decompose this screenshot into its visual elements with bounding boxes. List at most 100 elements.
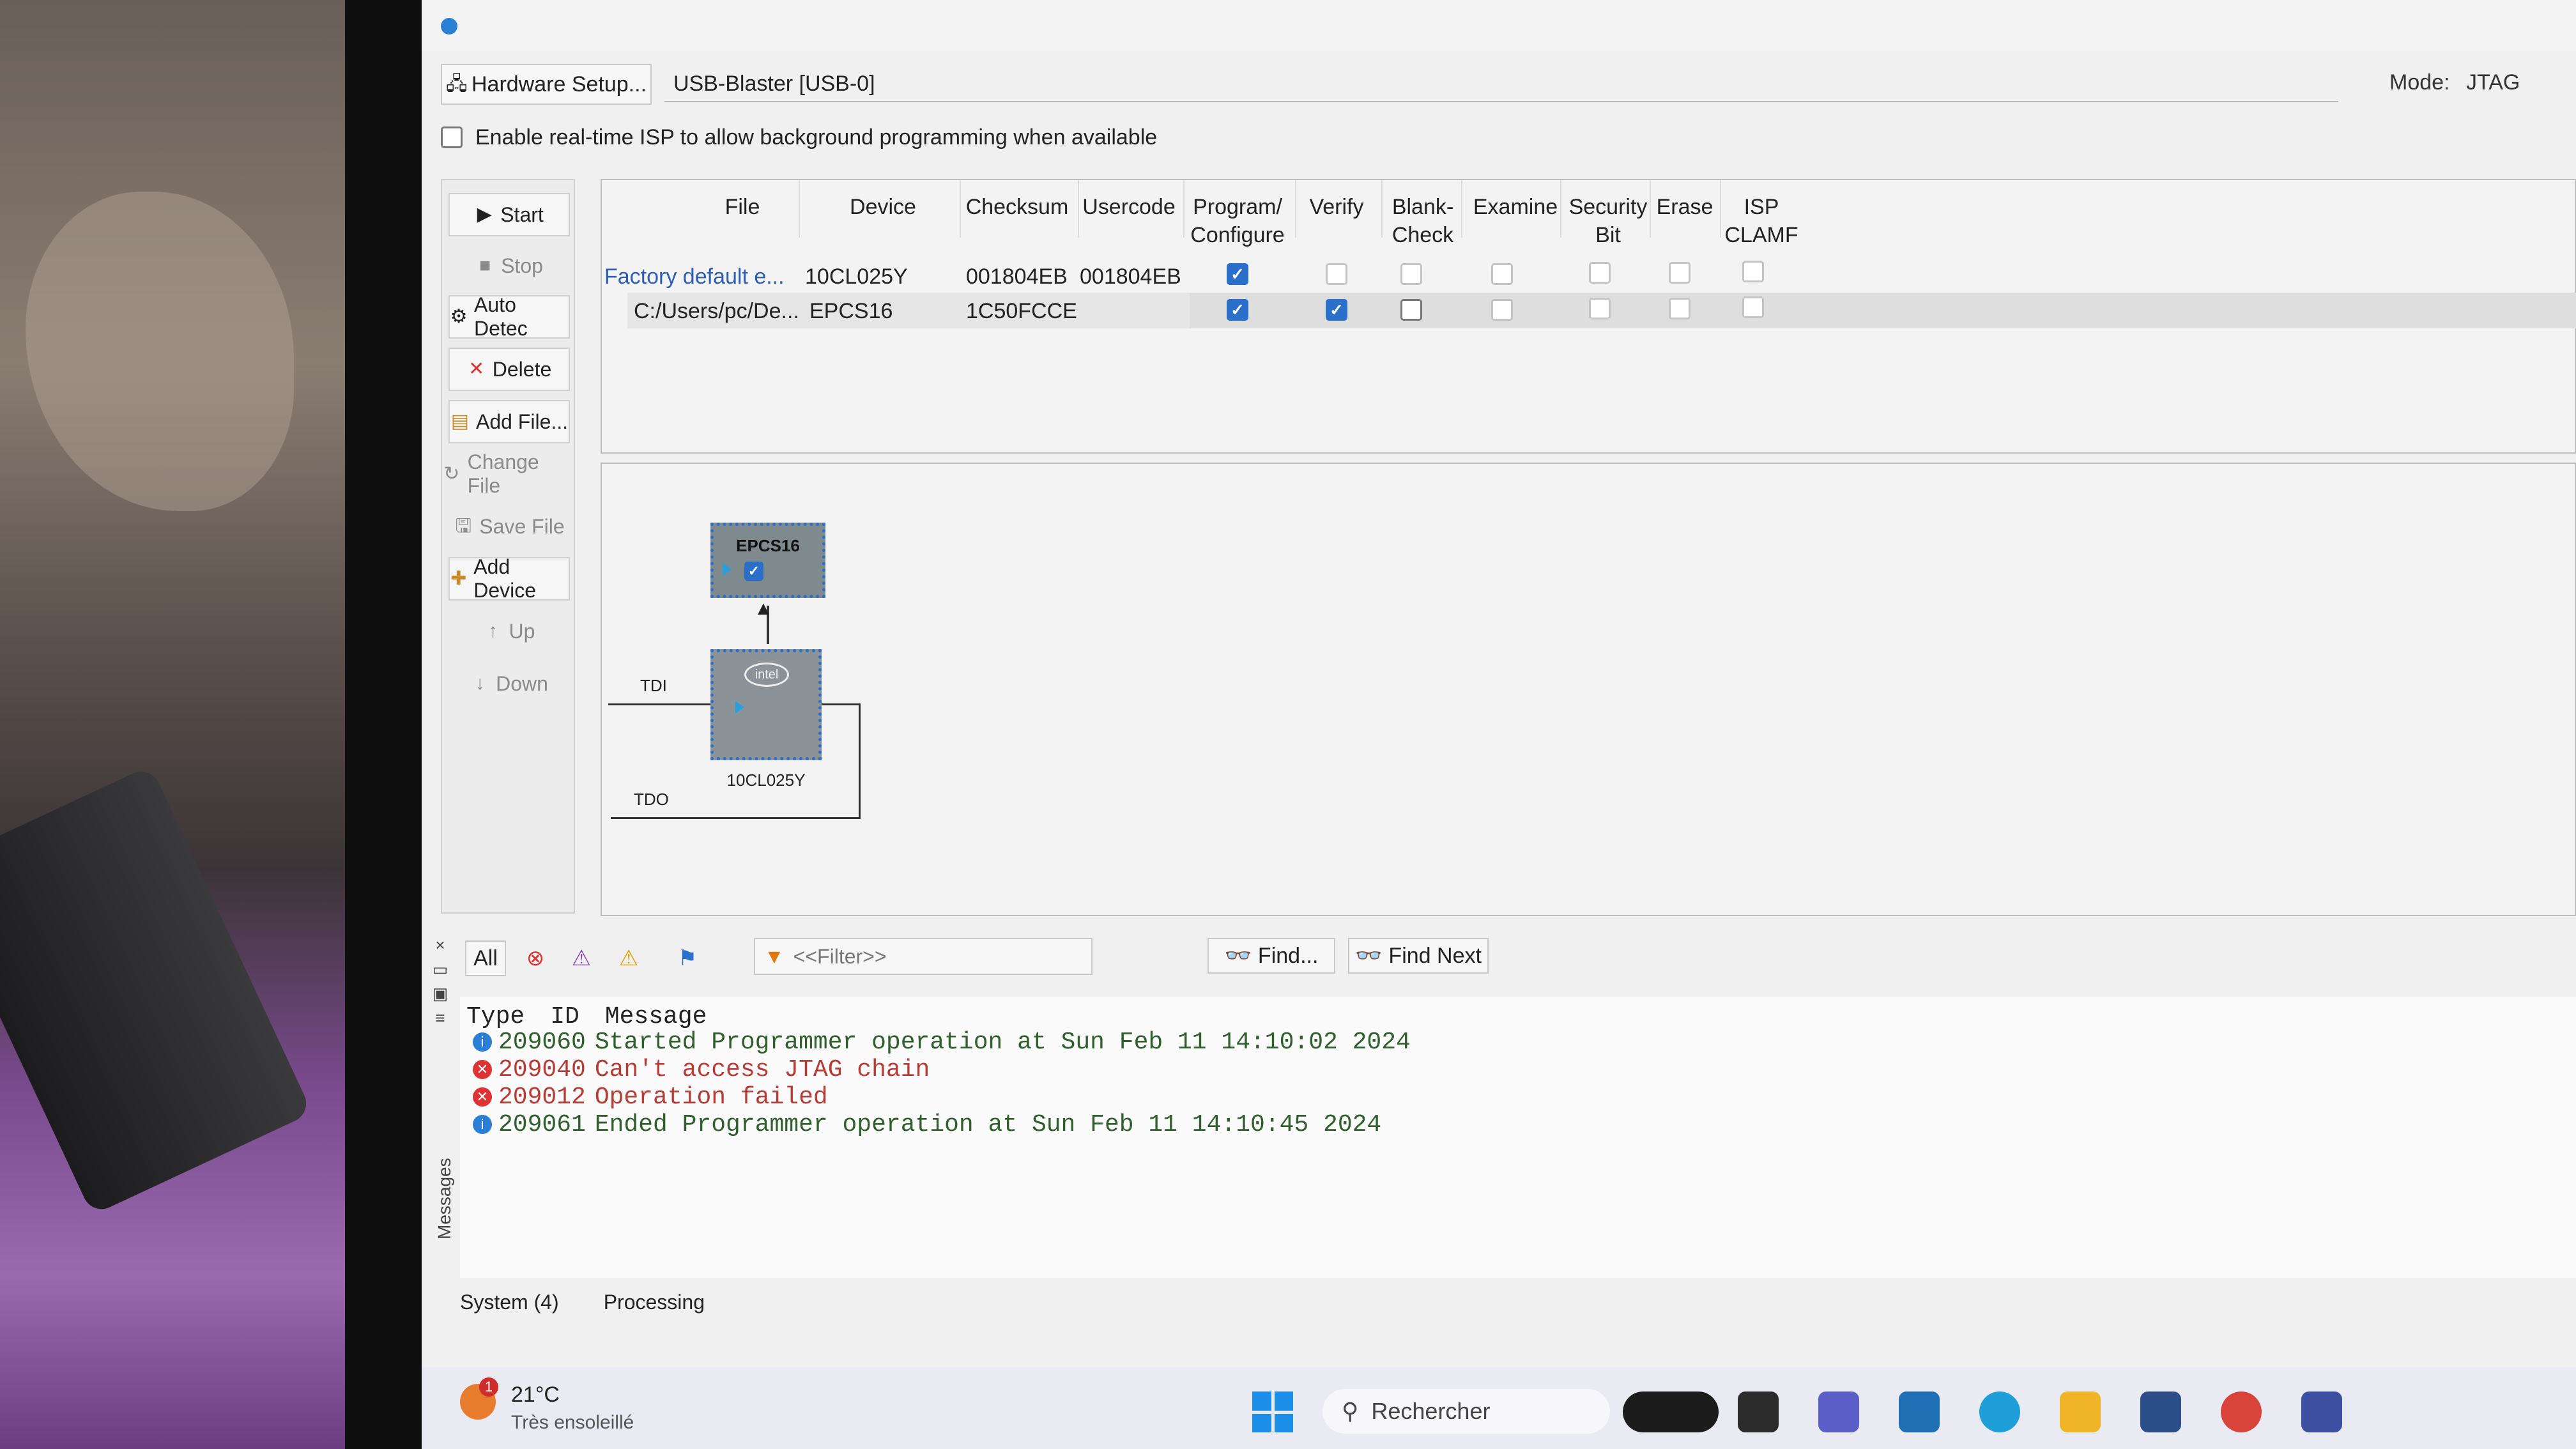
header-type[interactable]: Type [466,1003,525,1031]
auto-detect-button[interactable]: ⚙ Auto Detec [448,293,570,340]
header-security-bit[interactable]: Security Bit [1560,193,1656,249]
store-icon[interactable] [2140,1392,2181,1432]
verify-checkbox[interactable] [1326,263,1347,285]
jtag-chain-diagram: EPCS16 ✓ ▲ intel 10CL025Y TDI TDO [601,463,2576,916]
column-divider [1560,180,1561,238]
isp-clamp-checkbox[interactable] [1742,296,1764,318]
epcs16-checkbox[interactable]: ✓ [744,562,763,581]
realtime-isp-option[interactable]: Enable real-time ISP to allow background… [441,121,1157,153]
examine-checkbox[interactable] [1491,263,1513,285]
examine-checkbox[interactable] [1491,299,1513,321]
erase-checkbox[interactable] [1669,262,1690,284]
up-label: Up [509,619,535,643]
up-button[interactable]: ↑ Up [442,610,576,653]
hardware-field: USB-Blaster [USB-0] [664,66,2338,102]
tab-system[interactable]: System (4) [460,1291,559,1314]
log-id: 209060 [498,1029,586,1056]
message-log[interactable]: Type ID Message i 209060 Started Program… [460,997,2576,1278]
tdo-label: TDO [634,790,669,809]
blank-check-checkbox[interactable] [1400,299,1422,321]
quartus-icon[interactable] [2301,1392,2342,1432]
fabric-fold [26,192,294,511]
chrome-icon[interactable] [2221,1392,2262,1432]
mode-select[interactable]: JTAG [2466,70,2520,95]
error-filter-icon[interactable]: ⊗ [518,940,553,976]
down-arrow-icon: ↓ [475,673,485,694]
header-program-line2: Configure [1190,223,1285,247]
message-filter-input[interactable]: ▼ <<Filter>> [754,938,1092,975]
realtime-isp-label: Enable real-time ISP to allow background… [475,125,1158,150]
file-icon[interactable] [1738,1392,1779,1432]
stop-label: Stop [501,254,543,277]
fpga-label: 10CL025Y [726,770,806,790]
header-id[interactable]: ID [550,1003,579,1031]
header-examine[interactable]: Examine [1461,193,1570,221]
header-device[interactable]: Device [800,193,966,221]
log-header: Type ID Message [466,1003,707,1031]
save-file-button[interactable]: 🖫 Save File [442,505,576,548]
row-file[interactable]: Factory default e... [604,264,785,289]
suppress-icon[interactable]: ⚑ [670,940,705,976]
critical-warning-icon[interactable]: ⚠ [564,940,599,976]
log-line[interactable]: i 209061 Ended Programmer operation at S… [473,1111,1382,1138]
edge-icon[interactable] [1979,1392,2020,1432]
find-next-button[interactable]: 👓 Find Next [1348,938,1489,974]
stop-button[interactable]: ■ Stop [442,244,576,288]
teams-icon[interactable] [1818,1392,1859,1432]
play-icon [735,701,744,714]
all-filter-button[interactable]: All [465,940,506,976]
erase-checkbox[interactable] [1669,298,1690,319]
isp-clamp-checkbox[interactable] [1742,261,1764,282]
temperature[interactable]: 21°C [511,1383,560,1407]
intel-logo: intel [744,663,789,687]
hardware-setup-button[interactable]: 🖧 Hardware Setup... [441,64,652,105]
windows-start-icon[interactable] [1252,1392,1293,1432]
windows-taskbar: 1 21°C Très ensoleillé ⚲ Rechercher [422,1367,2576,1449]
header-program-line1: Program/ [1193,195,1282,219]
add-file-button[interactable]: ▤ Add File... [448,400,570,443]
fpga-device[interactable]: intel [710,649,822,760]
header-erase[interactable]: Erase [1650,193,1720,221]
header-blank-check[interactable]: Blank- Check [1381,193,1464,249]
header-message[interactable]: Message [605,1003,707,1031]
log-line[interactable]: ✕ 209040 Can't access JTAG chain [473,1056,930,1084]
security-bit-checkbox[interactable] [1589,262,1611,284]
header-security-line1: Security [1568,195,1648,219]
security-bit-checkbox[interactable] [1589,298,1611,319]
tab-processing[interactable]: Processing [604,1291,705,1314]
header-isp-clamp[interactable]: ISP CLAMF [1720,193,1803,249]
add-device-button[interactable]: ✚ Add Device [448,555,570,602]
mail-icon[interactable] [1899,1392,1940,1432]
program-checkbox[interactable]: ✓ [1227,299,1248,321]
column-divider [1720,180,1721,238]
program-checkbox[interactable]: ✓ [1227,263,1248,285]
weather-condition[interactable]: Très ensoleillé [511,1412,634,1434]
find-button[interactable]: 👓 Find... [1208,938,1335,974]
column-divider [799,180,800,238]
hardware-toolbar: 🖧 Hardware Setup... USB-Blaster [USB-0] … [441,64,2576,105]
down-button[interactable]: ↓ Down [442,662,576,705]
header-checksum[interactable]: Checksum [960,193,1075,221]
copilot-icon[interactable] [1623,1392,1719,1432]
log-text: Ended Programmer operation at Sun Feb 11… [594,1111,1382,1138]
verify-checkbox[interactable]: ✓ [1326,299,1347,321]
column-divider [1461,180,1462,238]
header-program[interactable]: Program/ Configure [1183,193,1292,249]
start-button[interactable]: ▶ Start [448,193,570,236]
header-verify[interactable]: Verify [1295,193,1378,221]
change-file-button[interactable]: ↻ Change File [442,450,576,497]
header-usercode[interactable]: Usercode [1078,193,1180,221]
add-device-icon: ✚ [450,568,467,589]
log-line[interactable]: ✕ 209012 Operation failed [473,1084,828,1111]
taskbar-search[interactable]: ⚲ Rechercher [1322,1389,1610,1434]
log-line[interactable]: i 209060 Started Programmer operation at… [473,1029,1411,1056]
monitor-bezel [345,0,422,1449]
blank-check-checkbox[interactable] [1400,263,1422,285]
epcs16-device[interactable]: EPCS16 ✓ [710,523,825,598]
delete-button[interactable]: ✕ Delete [448,348,570,391]
row-file[interactable]: C:/Users/pc/De... [634,299,799,324]
row-usercode: 001804EB [1080,264,1181,289]
folder-icon[interactable] [2060,1392,2101,1432]
warning-filter-icon[interactable]: ⚠ [611,940,647,976]
realtime-isp-checkbox[interactable] [441,126,463,148]
